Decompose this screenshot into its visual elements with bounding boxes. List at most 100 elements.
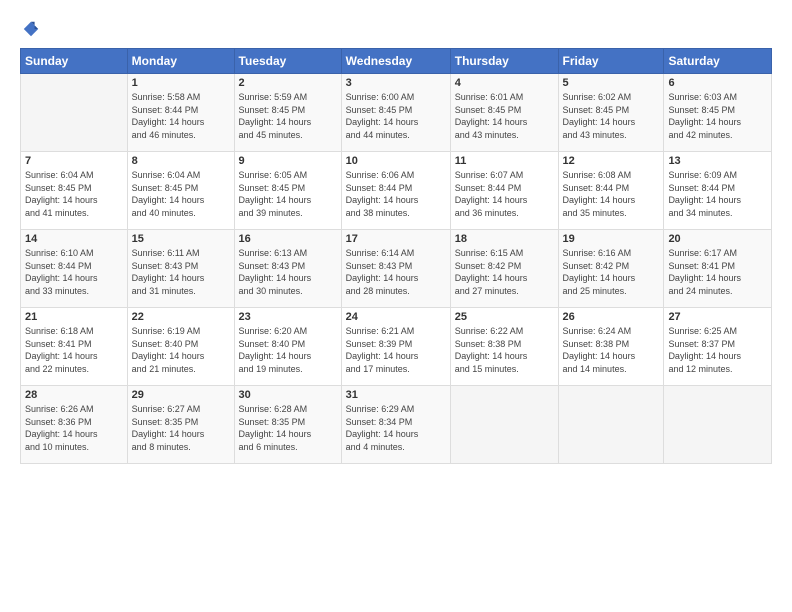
day-number: 20: [668, 233, 767, 245]
calendar-cell: 6 Sunrise: 6:03 AM Sunset: 8:45 PM Daylig…: [664, 74, 772, 152]
calendar-cell: [21, 74, 128, 152]
day-info: Sunrise: 6:17 AM Sunset: 8:41 PM Dayligh…: [668, 247, 767, 297]
calendar-cell: 15Sunrise: 6:11 AM Sunset: 8:43 PM Dayli…: [127, 230, 234, 308]
weekday-header-friday: Friday: [558, 49, 664, 74]
day-number: 27: [668, 311, 767, 323]
weekday-header-monday: Monday: [127, 49, 234, 74]
day-info: Sunrise: 6:06 AM Sunset: 8:44 PM Dayligh…: [346, 169, 446, 219]
day-info: Sunrise: 6:20 AM Sunset: 8:40 PM Dayligh…: [239, 325, 337, 375]
calendar-cell: 25 Sunrise: 6:22 AM Sunset: 8:38 PM Dayli…: [450, 308, 558, 386]
calendar-cell: 11 Sunrise: 6:07 AM Sunset: 8:44 PM Dayli…: [450, 152, 558, 230]
calendar-cell: 13 Sunrise: 6:09 AM Sunset: 8:44 PM Dayli…: [664, 152, 772, 230]
calendar-cell: 20 Sunrise: 6:17 AM Sunset: 8:41 PM Dayli…: [664, 230, 772, 308]
day-info: Sunrise: 6:07 AM Sunset: 8:44 PM Dayligh…: [455, 169, 554, 219]
day-info: Sunrise: 6:28 AM Sunset: 8:35 PM Dayligh…: [239, 403, 337, 453]
day-number: 9: [239, 155, 337, 167]
calendar-cell: 9 Sunrise: 6:05 AM Sunset: 8:45 PM Daylig…: [234, 152, 341, 230]
day-number: 30: [239, 389, 337, 401]
day-info: Sunrise: 6:14 AM Sunset: 8:43 PM Dayligh…: [346, 247, 446, 297]
day-number: 15: [132, 233, 230, 245]
calendar-cell: 5 Sunrise: 6:02 AM Sunset: 8:45 PM Daylig…: [558, 74, 664, 152]
weekday-header-tuesday: Tuesday: [234, 49, 341, 74]
day-number: 22: [132, 311, 230, 323]
day-info: Sunrise: 6:10 AM Sunset: 8:44 PM Dayligh…: [25, 247, 123, 297]
day-info: Sunrise: 6:02 AM Sunset: 8:45 PM Dayligh…: [563, 91, 660, 141]
day-number: 8: [132, 155, 230, 167]
calendar-cell: 30 Sunrise: 6:28 AM Sunset: 8:35 PM Dayli…: [234, 386, 341, 464]
day-info: Sunrise: 6:21 AM Sunset: 8:39 PM Dayligh…: [346, 325, 446, 375]
day-number: 5: [563, 77, 660, 89]
calendar-cell: [558, 386, 664, 464]
day-info: Sunrise: 6:29 AM Sunset: 8:34 PM Dayligh…: [346, 403, 446, 453]
calendar-cell: [664, 386, 772, 464]
day-info: Sunrise: 6:15 AM Sunset: 8:42 PM Dayligh…: [455, 247, 554, 297]
logo: [20, 20, 40, 38]
day-number: 11: [455, 155, 554, 167]
day-info: Sunrise: 6:27 AM Sunset: 8:35 PM Dayligh…: [132, 403, 230, 453]
day-number: 6: [668, 77, 767, 89]
day-number: 1: [132, 77, 230, 89]
day-number: 21: [25, 311, 123, 323]
day-info: Sunrise: 6:00 AM Sunset: 8:45 PM Dayligh…: [346, 91, 446, 141]
calendar-cell: 28 Sunrise: 6:26 AM Sunset: 8:36 PM Dayli…: [21, 386, 128, 464]
weekday-header-sunday: Sunday: [21, 49, 128, 74]
calendar-cell: 18 Sunrise: 6:15 AM Sunset: 8:42 PM Dayli…: [450, 230, 558, 308]
day-info: Sunrise: 6:03 AM Sunset: 8:45 PM Dayligh…: [668, 91, 767, 141]
calendar-cell: 8 Sunrise: 6:04 AM Sunset: 8:45 PM Daylig…: [127, 152, 234, 230]
week-row-3: 14 Sunrise: 6:10 AM Sunset: 8:44 PM Dayli…: [21, 230, 772, 308]
day-number: 2: [239, 77, 337, 89]
week-row-2: 7 Sunrise: 6:04 AM Sunset: 8:45 PM Daylig…: [21, 152, 772, 230]
logo-icon: [22, 20, 40, 38]
day-number: 3: [346, 77, 446, 89]
day-info: Sunrise: 6:13 AM Sunset: 8:43 PM Dayligh…: [239, 247, 337, 297]
day-number: 23: [239, 311, 337, 323]
calendar-cell: 7 Sunrise: 6:04 AM Sunset: 8:45 PM Daylig…: [21, 152, 128, 230]
day-info: Sunrise: 6:26 AM Sunset: 8:36 PM Dayligh…: [25, 403, 123, 453]
weekday-header-saturday: Saturday: [664, 49, 772, 74]
day-info: Sunrise: 5:58 AM Sunset: 8:44 PM Dayligh…: [132, 91, 230, 141]
calendar-cell: 27Sunrise: 6:25 AM Sunset: 8:37 PM Dayli…: [664, 308, 772, 386]
calendar-cell: [450, 386, 558, 464]
day-number: 18: [455, 233, 554, 245]
calendar-cell: 14 Sunrise: 6:10 AM Sunset: 8:44 PM Dayli…: [21, 230, 128, 308]
calendar-cell: 1 Sunrise: 5:58 AM Sunset: 8:44 PM Daylig…: [127, 74, 234, 152]
calendar-cell: 23 Sunrise: 6:20 AM Sunset: 8:40 PM Dayli…: [234, 308, 341, 386]
day-number: 24: [346, 311, 446, 323]
day-info: Sunrise: 6:05 AM Sunset: 8:45 PM Dayligh…: [239, 169, 337, 219]
week-row-1: 1 Sunrise: 5:58 AM Sunset: 8:44 PM Daylig…: [21, 74, 772, 152]
day-number: 31: [346, 389, 446, 401]
calendar-cell: 16 Sunrise: 6:13 AM Sunset: 8:43 PM Dayli…: [234, 230, 341, 308]
calendar-table: SundayMondayTuesdayWednesdayThursdayFrid…: [20, 48, 772, 464]
day-info: Sunrise: 6:04 AM Sunset: 8:45 PM Dayligh…: [132, 169, 230, 219]
calendar-cell: 4Sunrise: 6:01 AM Sunset: 8:45 PM Daylig…: [450, 74, 558, 152]
day-info: Sunrise: 6:22 AM Sunset: 8:38 PM Dayligh…: [455, 325, 554, 375]
day-number: 4: [455, 77, 554, 89]
calendar-cell: 2 Sunrise: 5:59 AM Sunset: 8:45 PM Daylig…: [234, 74, 341, 152]
day-number: 16: [239, 233, 337, 245]
day-info: Sunrise: 6:09 AM Sunset: 8:44 PM Dayligh…: [668, 169, 767, 219]
calendar-cell: 29Sunrise: 6:27 AM Sunset: 8:35 PM Dayli…: [127, 386, 234, 464]
day-number: 7: [25, 155, 123, 167]
day-number: 10: [346, 155, 446, 167]
day-number: 14: [25, 233, 123, 245]
calendar-cell: 22Sunrise: 6:19 AM Sunset: 8:40 PM Dayli…: [127, 308, 234, 386]
day-number: 17: [346, 233, 446, 245]
day-info: Sunrise: 6:08 AM Sunset: 8:44 PM Dayligh…: [563, 169, 660, 219]
page: SundayMondayTuesdayWednesdayThursdayFrid…: [0, 0, 792, 612]
day-number: 13: [668, 155, 767, 167]
weekday-header-row: SundayMondayTuesdayWednesdayThursdayFrid…: [21, 49, 772, 74]
day-number: 25: [455, 311, 554, 323]
calendar-cell: 10 Sunrise: 6:06 AM Sunset: 8:44 PM Dayli…: [341, 152, 450, 230]
day-info: Sunrise: 6:04 AM Sunset: 8:45 PM Dayligh…: [25, 169, 123, 219]
calendar-cell: 3 Sunrise: 6:00 AM Sunset: 8:45 PM Daylig…: [341, 74, 450, 152]
calendar-cell: 12Sunrise: 6:08 AM Sunset: 8:44 PM Dayli…: [558, 152, 664, 230]
day-number: 19: [563, 233, 660, 245]
week-row-4: 21Sunrise: 6:18 AM Sunset: 8:41 PM Dayli…: [21, 308, 772, 386]
calendar-cell: 24 Sunrise: 6:21 AM Sunset: 8:39 PM Dayli…: [341, 308, 450, 386]
calendar-cell: 17 Sunrise: 6:14 AM Sunset: 8:43 PM Dayli…: [341, 230, 450, 308]
day-info: Sunrise: 5:59 AM Sunset: 8:45 PM Dayligh…: [239, 91, 337, 141]
weekday-header-wednesday: Wednesday: [341, 49, 450, 74]
day-number: 28: [25, 389, 123, 401]
header: [20, 20, 772, 38]
day-info: Sunrise: 6:16 AM Sunset: 8:42 PM Dayligh…: [563, 247, 660, 297]
